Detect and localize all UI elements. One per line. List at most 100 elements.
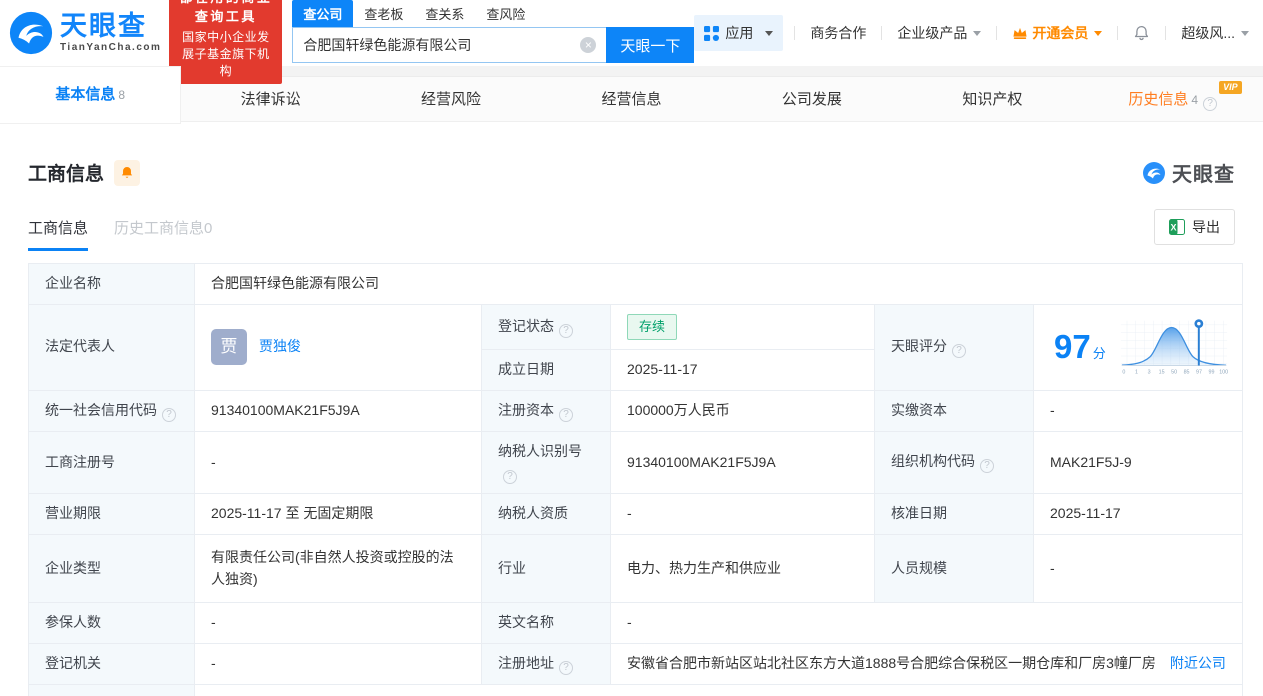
tab-ip[interactable]: 知识产权 <box>902 77 1082 121</box>
nav-apps-label: 应用 <box>725 23 753 43</box>
field-label-text: 登记状态 <box>498 318 554 334</box>
taxpayer-id-value: 91340100MAK21F5J9A <box>611 431 875 494</box>
field-label: 经营范围 <box>29 684 195 696</box>
svg-text:3: 3 <box>1147 369 1150 375</box>
nav-enterprise[interactable]: 企业级产品 <box>893 23 985 43</box>
reg-capital-value: 100000万人民币 <box>611 390 875 431</box>
field-label: 登记机关 <box>29 643 195 684</box>
tab-ip-label: 知识产权 <box>962 91 1022 108</box>
tab-operating-info[interactable]: 经营信息 <box>541 77 721 121</box>
tab-legal[interactable]: 法律诉讼 <box>180 77 360 121</box>
search-tab-company[interactable]: 查公司 <box>292 0 353 27</box>
avatar[interactable]: 贾 <box>211 329 247 365</box>
chevron-down-icon <box>973 31 981 36</box>
question-circle-icon[interactable] <box>559 661 573 675</box>
export-button[interactable]: X 导出 <box>1154 209 1235 245</box>
score-cell: 97 分 <box>1034 304 1243 390</box>
company-type-value: 有限责任公司(非自然人投资或控股的法人独资) <box>195 534 482 602</box>
field-label-text: 注册地址 <box>498 655 554 671</box>
search-tab-risk[interactable]: 查风险 <box>475 0 536 27</box>
nav-vip-label: 开通会员 <box>1032 23 1088 43</box>
question-circle-icon[interactable] <box>952 344 966 358</box>
credit-code-value: 91340100MAK21F5J9A <box>195 390 482 431</box>
field-label: 参保人数 <box>29 603 195 644</box>
subtab-history-business-info[interactable]: 历史工商信息0 <box>114 217 212 251</box>
table-row: 企业名称 合肥国轩绿色能源有限公司 <box>29 264 1243 305</box>
nav-notifications[interactable] <box>1129 24 1154 42</box>
logo-eye-icon <box>8 10 54 56</box>
tab-history[interactable]: 历史信息4 VIP <box>1083 77 1263 121</box>
question-circle-icon[interactable] <box>162 408 176 422</box>
tab-development[interactable]: 公司发展 <box>722 77 902 121</box>
field-label-text: 统一社会信用代码 <box>45 402 157 418</box>
question-circle-icon[interactable] <box>559 324 573 338</box>
nav-cooperation[interactable]: 商务合作 <box>806 23 870 43</box>
question-circle-icon[interactable] <box>503 470 517 484</box>
english-name-value: - <box>611 603 1243 644</box>
search-tab-relation[interactable]: 查关系 <box>414 0 475 27</box>
legal-rep-link[interactable]: 贾独俊 <box>259 336 301 358</box>
reg-address-value: 安徽省合肥市新站区站北社区东方大道1888号合肥综合保税区一期仓库和厂房3幢厂房… <box>611 643 1243 684</box>
table-row: 工商注册号 - 纳税人识别号 91340100MAK21F5J9A 组织机构代码… <box>29 431 1243 494</box>
business-info-table: 企业名称 合肥国轩绿色能源有限公司 法定代表人 贾 贾独俊 登记状态 存续 天眼… <box>28 263 1243 696</box>
tab-basic-info-label: 基本信息 <box>55 86 115 103</box>
tianyancha-logo[interactable]: 天眼查 TianYanCha.com <box>8 10 161 56</box>
question-circle-icon[interactable] <box>559 408 573 422</box>
field-label: 英文名称 <box>482 603 611 644</box>
svg-text:15: 15 <box>1158 369 1164 375</box>
excel-icon: X <box>1169 219 1185 235</box>
score-unit: 分 <box>1093 346 1106 361</box>
reg-address-text: 安徽省合肥市新站区站北社区东方大道1888号合肥综合保税区一期仓库和厂房3幢厂房 <box>627 655 1156 671</box>
header-nav: 应用 商务合作 企业级产品 开通会员 <box>694 15 1253 51</box>
nearby-companies-link[interactable]: 附近公司 <box>1170 655 1226 671</box>
field-label-text: 纳税人识别号 <box>498 443 582 459</box>
nav-enterprise-label: 企业级产品 <box>897 23 967 43</box>
search-tab-boss[interactable]: 查老板 <box>353 0 414 27</box>
slogan-line1: 都在用的商业查询工具 <box>178 0 273 25</box>
nav-super-risk[interactable]: 超级风... <box>1177 23 1253 43</box>
divider <box>996 26 997 40</box>
tab-development-label: 公司发展 <box>782 91 842 108</box>
table-row: 统一社会信用代码 91340100MAK21F5J9A 注册资本 100000万… <box>29 390 1243 431</box>
field-label-text: 注册资本 <box>498 402 554 418</box>
nav-open-vip[interactable]: 开通会员 <box>1008 23 1106 43</box>
business-scope-value: 一般项目：电池制造；电池销售；新能源汽车生产测试设备销售；新能源原动设备销售；太… <box>195 684 1243 696</box>
field-label: 法定代表人 <box>29 304 195 390</box>
table-row: 登记机关 - 注册地址 安徽省合肥市新站区站北社区东方大道1888号合肥综合保税… <box>29 643 1243 684</box>
score-value: 97分 <box>1054 330 1106 365</box>
divider <box>1117 26 1118 40</box>
nav-super-risk-label: 超级风... <box>1181 23 1235 43</box>
svg-text:1: 1 <box>1135 369 1138 375</box>
reg-status-value: 存续 <box>611 304 875 349</box>
establish-date-value: 2025-11-17 <box>611 349 875 390</box>
divider <box>794 26 795 40</box>
svg-text:97: 97 <box>1196 369 1202 375</box>
section-title: 工商信息 <box>28 159 104 186</box>
nav-apps[interactable]: 应用 <box>694 15 783 51</box>
slogan-line2: 国家中小企业发展子基金旗下机构 <box>178 28 273 79</box>
tab-basic-info[interactable]: 基本信息8 <box>0 67 180 123</box>
search-tabs: 查公司 查老板 查关系 查风险 <box>292 3 694 27</box>
field-label: 营业期限 <box>29 494 195 535</box>
tab-basic-info-count: 8 <box>118 88 125 102</box>
watermark-eye-icon <box>1142 161 1166 185</box>
subscribe-bell-badge[interactable] <box>114 160 140 186</box>
question-circle-icon[interactable] <box>1203 97 1217 111</box>
field-label: 企业类型 <box>29 534 195 602</box>
field-label: 纳税人识别号 <box>482 431 611 494</box>
reg-number-value: - <box>195 431 482 494</box>
subtab-business-info[interactable]: 工商信息 <box>28 217 88 251</box>
field-label: 注册资本 <box>482 390 611 431</box>
brand-name: 天眼查 <box>60 13 161 40</box>
tab-operating-risk-label: 经营风险 <box>421 91 481 108</box>
field-label-text: 组织机构代码 <box>891 453 975 469</box>
tab-operating-risk[interactable]: 经营风险 <box>361 77 541 121</box>
divider <box>881 26 882 40</box>
business-term-value: 2025-11-17 至 无固定期限 <box>195 494 482 535</box>
question-circle-icon[interactable] <box>980 459 994 473</box>
nav-cooperation-label: 商务合作 <box>810 23 866 43</box>
search-button[interactable]: 天眼一下 <box>606 27 694 63</box>
field-label: 成立日期 <box>482 349 611 390</box>
field-label: 实缴资本 <box>875 390 1034 431</box>
search-input[interactable] <box>292 27 606 63</box>
